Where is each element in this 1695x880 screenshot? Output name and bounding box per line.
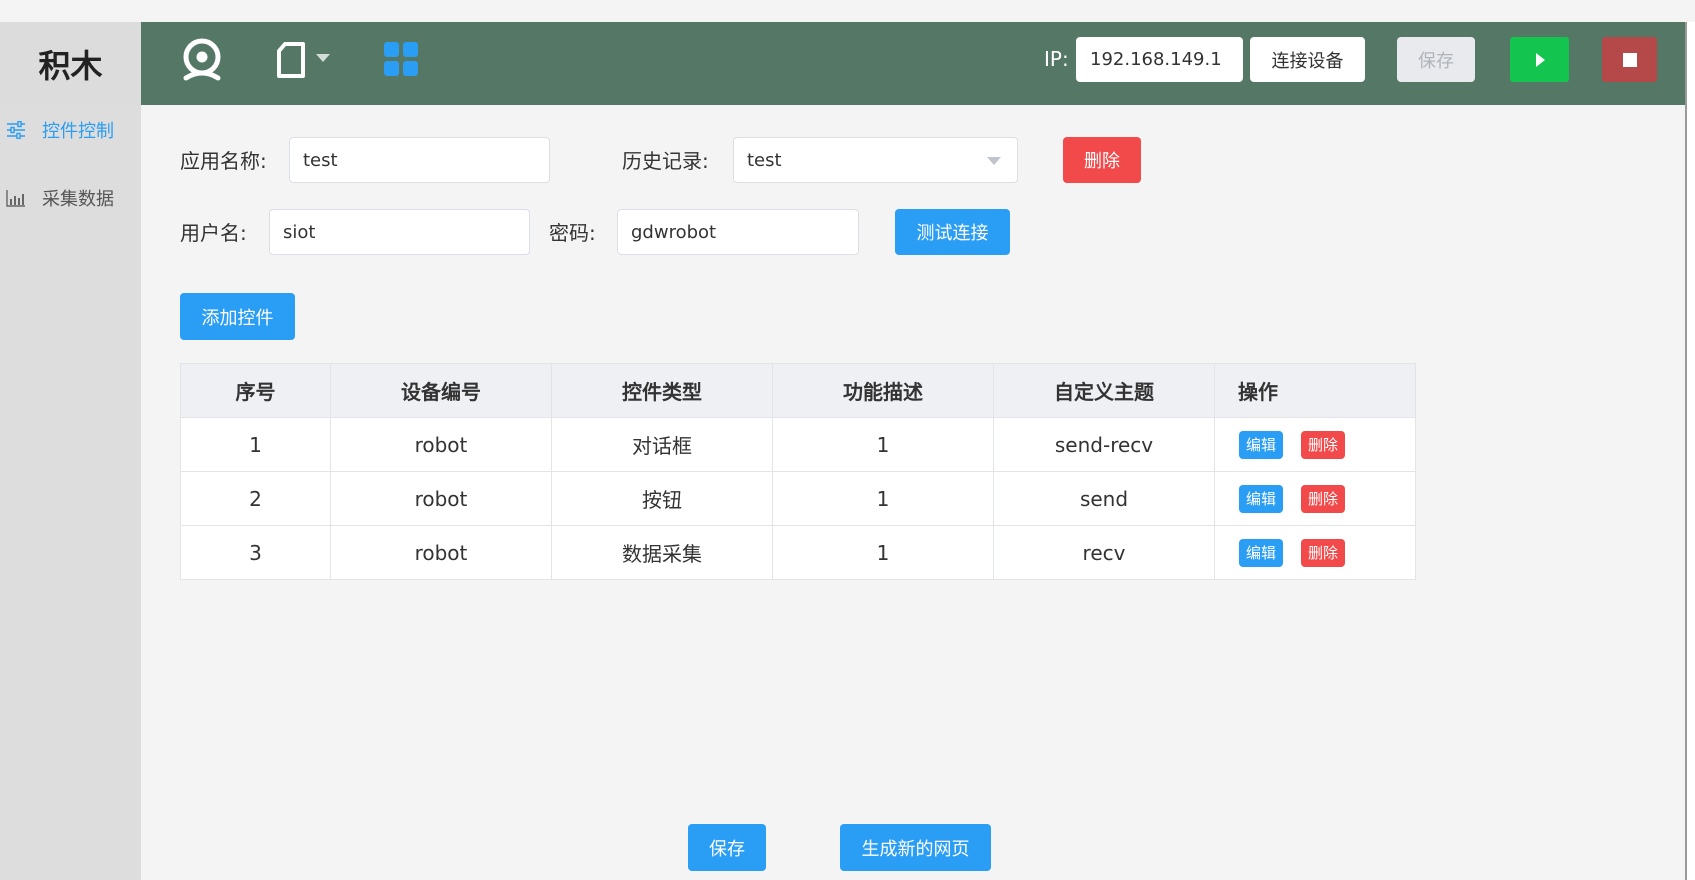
ip-label: IP: [1044, 47, 1069, 71]
cell-index: 1 [180, 417, 331, 472]
username-label: 用户名: [180, 221, 247, 245]
webcam-icon[interactable] [180, 38, 224, 82]
cell-device: robot [330, 525, 552, 580]
table-header-row: 序号 设备编号 控件类型 功能描述 自定义主题 操作 [180, 363, 1416, 418]
brand-title: 积木 [0, 22, 141, 105]
edit-row-button[interactable]: 编辑 [1239, 430, 1283, 459]
column-header: 设备编号 [330, 363, 552, 418]
column-header: 操作 [1214, 363, 1416, 418]
stop-button[interactable] [1602, 37, 1657, 82]
cell-index: 2 [180, 471, 331, 526]
play-icon [1535, 52, 1545, 67]
cell-index: 3 [180, 525, 331, 580]
cell-actions: 编辑 删除 [1214, 471, 1416, 526]
cell-desc: 1 [772, 525, 994, 580]
table-row: 2 robot 按钮 1 send 编辑 删除 [180, 471, 1416, 526]
cell-type: 按钮 [551, 471, 773, 526]
chevron-down-icon[interactable] [315, 53, 331, 63]
grid-icon[interactable] [384, 42, 418, 76]
password-label: 密码: [549, 221, 596, 245]
cell-type: 对话框 [551, 417, 773, 472]
table-row: 1 robot 对话框 1 send-recv 编辑 删除 [180, 417, 1416, 472]
column-header: 序号 [180, 363, 331, 418]
save-button[interactable]: 保存 [688, 824, 766, 871]
cell-topic: send [993, 471, 1215, 526]
delete-row-button[interactable]: 删除 [1301, 430, 1345, 459]
cell-actions: 编辑 删除 [1214, 525, 1416, 580]
sidebar: 积木 控件控制 采集数据 [0, 22, 141, 880]
history-selected-value: test [747, 149, 782, 171]
save-button-disabled[interactable]: 保存 [1397, 37, 1475, 82]
sidebar-item-collect[interactable]: 采集数据 [0, 178, 141, 218]
column-header: 自定义主题 [993, 363, 1215, 418]
run-button[interactable] [1510, 37, 1569, 82]
ip-input[interactable] [1076, 37, 1243, 82]
controls-table: 序号 设备编号 控件类型 功能描述 自定义主题 操作 1 robot 对话框 1… [180, 363, 1416, 580]
app-name-label: 应用名称: [180, 149, 267, 173]
window-top-strip [0, 0, 1695, 22]
delete-history-button[interactable]: 删除 [1063, 137, 1141, 183]
delete-row-button[interactable]: 删除 [1301, 484, 1345, 513]
cell-desc: 1 [772, 417, 994, 472]
history-select[interactable]: test [733, 137, 1018, 183]
generate-page-button[interactable]: 生成新的网页 [840, 824, 991, 871]
edit-row-button[interactable]: 编辑 [1239, 484, 1283, 513]
edit-row-button[interactable]: 编辑 [1239, 538, 1283, 567]
add-control-button[interactable]: 添加控件 [180, 293, 295, 340]
history-label: 历史记录: [622, 149, 709, 173]
cell-desc: 1 [772, 471, 994, 526]
cell-topic: send-recv [993, 417, 1215, 472]
delete-row-button[interactable]: 删除 [1301, 538, 1345, 567]
cell-device: robot [330, 471, 552, 526]
sidebar-item-control[interactable]: 控件控制 [0, 110, 141, 150]
sliders-icon [7, 121, 25, 139]
main-content: 应用名称: 历史记录: test 删除 用户名: 密码: 测试连接 添加控件 序… [141, 105, 1685, 880]
cell-device: robot [330, 417, 552, 472]
stop-icon [1622, 52, 1637, 67]
chart-icon [6, 190, 25, 207]
chevron-down-icon [987, 157, 1001, 165]
app-name-input[interactable] [289, 137, 550, 183]
column-header: 功能描述 [772, 363, 994, 418]
table-row: 3 robot 数据采集 1 recv 编辑 删除 [180, 525, 1416, 580]
sidebar-item-label: 控件控制 [42, 121, 114, 142]
top-toolbar: IP: 连接设备 保存 [141, 22, 1685, 105]
sidebar-item-label: 采集数据 [42, 189, 114, 210]
window-edge [1685, 22, 1687, 880]
cell-topic: recv [993, 525, 1215, 580]
file-icon[interactable] [276, 42, 306, 78]
cell-type: 数据采集 [551, 525, 773, 580]
test-connection-button[interactable]: 测试连接 [895, 209, 1010, 255]
username-input[interactable] [269, 209, 530, 255]
password-input[interactable] [617, 209, 859, 255]
connect-device-button[interactable]: 连接设备 [1250, 37, 1365, 82]
column-header: 控件类型 [551, 363, 773, 418]
cell-actions: 编辑 删除 [1214, 417, 1416, 472]
